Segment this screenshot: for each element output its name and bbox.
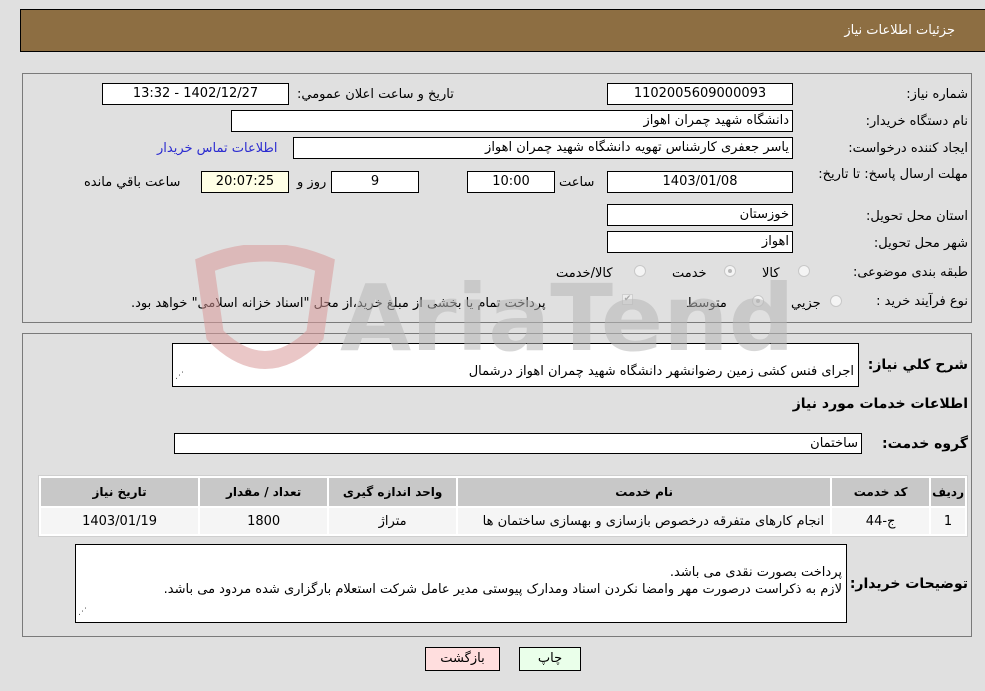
purchase-type-label: نوع فرآیند خرید : xyxy=(876,294,968,309)
announce-datetime-label: تاریخ و ساعت اعلان عمومي: xyxy=(297,87,454,102)
service-group-label: گروه خدمت: xyxy=(882,436,968,452)
category-radio-goods[interactable] xyxy=(798,265,810,277)
page-header: جزئیات اطلاعات نیاز xyxy=(20,9,985,52)
cell-quantity: 1800 xyxy=(200,508,328,534)
resize-grip-icon[interactable]: ⋰ xyxy=(78,604,87,621)
buyer-contact-link[interactable]: اطلاعات تماس خریدار xyxy=(157,141,277,156)
province-field: خوزستان xyxy=(607,204,793,226)
buyer-org-label: نام دستگاه خریدار: xyxy=(865,114,968,129)
column-header-service-name: نام خدمت xyxy=(458,478,831,506)
services-section-title: اطلاعات خدمات مورد نیاز xyxy=(792,396,968,412)
description-label: شرح كلي نياز: xyxy=(867,357,968,373)
cell-unit: متراژ xyxy=(329,508,457,534)
cell-service-code: ج-44 xyxy=(832,508,930,534)
page-title: جزئیات اطلاعات نیاز xyxy=(844,23,955,38)
services-table: ردیف کد خدمت نام خدمت واحد اندازه گیری ت… xyxy=(38,475,968,537)
cell-row-number: 1 xyxy=(931,508,965,534)
remaining-time-field: 20:07:25 xyxy=(201,171,289,193)
buyer-notes-textarea[interactable]: پرداخت بصورت نقدی می باشد. لازم به ذکراس… xyxy=(75,544,847,623)
category-option-goods-service: کالا/خدمت xyxy=(556,266,613,281)
category-radio-service[interactable] xyxy=(724,265,736,277)
table-row: 1 ج-44 انجام کارهای متفرقه درخصوص بازساز… xyxy=(41,508,965,534)
back-button[interactable]: بازگشت xyxy=(425,647,500,671)
remaining-time-label: ساعت باقي مانده xyxy=(84,175,181,190)
city-label: شهر محل تحویل: xyxy=(873,236,968,251)
buyer-notes-label: توضیحات خریدار: xyxy=(849,576,968,592)
purchase-type-option-minor: جزيي xyxy=(791,296,821,311)
purchase-type-radio-minor[interactable] xyxy=(830,295,842,307)
column-header-row-number: ردیف xyxy=(931,478,965,506)
announce-datetime-field: 1402/12/27 - 13:32 xyxy=(102,83,289,105)
deadline-time-field: 10:00 xyxy=(467,171,555,193)
purchase-type-option-medium: متوسط xyxy=(686,296,727,311)
days-label: روز و xyxy=(297,175,327,190)
category-radio-goods-service[interactable] xyxy=(634,265,646,277)
category-label: طبقه بندی موضوعی: xyxy=(852,265,968,280)
creator-label: ایجاد کننده درخواست: xyxy=(848,141,968,156)
category-option-goods: کالا xyxy=(762,266,780,281)
buyer-org-field: دانشگاه شهید چمران اهواز xyxy=(231,110,793,132)
cell-service-name: انجام کارهای متفرقه درخصوص بازسازی و بهس… xyxy=(458,508,831,534)
column-header-unit: واحد اندازه گیری xyxy=(329,478,457,506)
treasury-bonds-checkbox[interactable]: ✔ xyxy=(622,294,633,305)
deadline-label: مهلت ارسال پاسخ: تا تاریخ: xyxy=(818,167,968,182)
buyer-notes-text: پرداخت بصورت نقدی می باشد. لازم به ذکراس… xyxy=(163,565,842,597)
province-label: استان محل تحویل: xyxy=(866,209,968,224)
column-header-need-date: تاریخ نیاز xyxy=(41,478,199,506)
services-table-header: ردیف کد خدمت نام خدمت واحد اندازه گیری ت… xyxy=(41,478,965,506)
treasury-bonds-label: پرداخت تمام یا بخشی از مبلغ خرید،از محل … xyxy=(131,296,546,311)
print-button[interactable]: چاپ xyxy=(519,647,581,671)
category-option-service: خدمت xyxy=(672,266,707,281)
description-textarea[interactable]: اجرای فنس کشی زمین رضوانشهر دانشگاه شهید… xyxy=(172,343,859,387)
column-header-quantity: تعداد / مقدار xyxy=(200,478,328,506)
need-number-field: 1102005609000093 xyxy=(607,83,793,105)
resize-grip-icon[interactable]: ⋰ xyxy=(175,368,184,385)
purchase-type-radio-medium[interactable] xyxy=(752,295,764,307)
description-text: اجرای فنس کشی زمین رضوانشهر دانشگاه شهید… xyxy=(468,364,854,379)
column-header-service-code: کد خدمت xyxy=(832,478,930,506)
remaining-days-field: 9 xyxy=(331,171,419,193)
need-number-label: شماره نیاز: xyxy=(906,87,968,102)
deadline-date-field: 1403/01/08 xyxy=(607,171,793,193)
deadline-time-label: ساعت xyxy=(559,175,595,190)
creator-field: یاسر جعفری کارشناس تهویه دانشگاه شهید چم… xyxy=(293,137,793,159)
city-field: اهواز xyxy=(607,231,793,253)
service-group-field: ساختمان xyxy=(174,433,862,454)
cell-need-date: 1403/01/19 xyxy=(41,508,199,534)
